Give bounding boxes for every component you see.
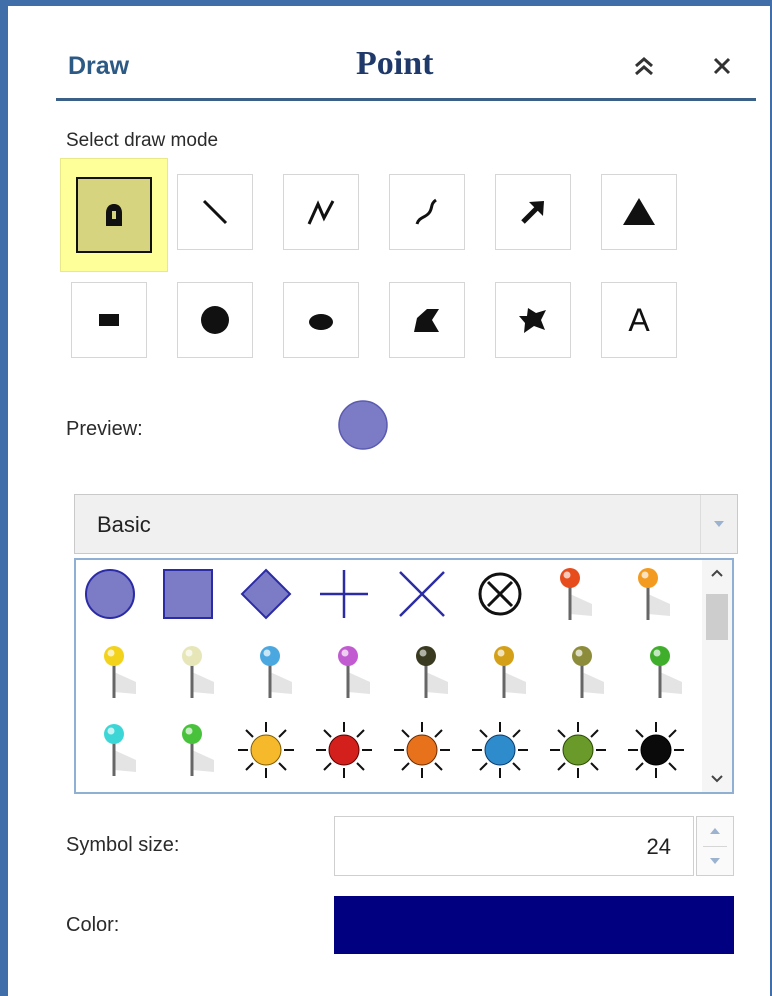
- symbol-pushpin-white[interactable]: [168, 640, 232, 704]
- symbol-pushpin-orange[interactable]: [624, 562, 688, 626]
- spinner-divider: [703, 846, 727, 847]
- symbol-pushpin-blue[interactable]: [246, 640, 310, 704]
- mode-triangle-button[interactable]: [601, 174, 677, 250]
- draw-mode-label: Select draw mode: [66, 130, 219, 151]
- mode-extent-button[interactable]: [71, 282, 147, 358]
- symbol-pushpin-gold[interactable]: [480, 640, 544, 704]
- symbol-pushpin-black[interactable]: [402, 640, 466, 704]
- mode-arrow-button[interactable]: [495, 174, 571, 250]
- symbol-pushpin-red[interactable]: [546, 562, 610, 626]
- mode-freehand-polygon-button[interactable]: [495, 282, 571, 358]
- symbol-gallery: [74, 558, 734, 794]
- symbol-sun-red[interactable]: [312, 718, 376, 782]
- double-chevron-up-icon: [635, 57, 653, 76]
- spin-up-icon[interactable]: [709, 827, 721, 835]
- preview-symbol: [338, 400, 388, 450]
- mode-text-button[interactable]: A: [601, 282, 677, 358]
- symbol-sun-green[interactable]: [546, 718, 610, 782]
- mode-polyline-button[interactable]: [283, 174, 359, 250]
- collapse-button[interactable]: [624, 46, 664, 86]
- color-picker-swatch[interactable]: [334, 896, 734, 954]
- freehand-polygon-icon: [519, 308, 546, 333]
- panel-header: Draw Point: [56, 36, 756, 101]
- polygon-icon: [414, 309, 439, 332]
- symbol-set-value: Basic: [97, 512, 151, 537]
- panel-title: Draw: [68, 52, 130, 80]
- dropdown-arrow-button[interactable]: [700, 495, 737, 553]
- symbol-square[interactable]: [156, 562, 220, 626]
- circle-icon: [201, 306, 229, 334]
- close-icon: [713, 57, 731, 75]
- ellipse-icon: [309, 314, 333, 330]
- preview-label: Preview:: [66, 418, 143, 440]
- polyline-icon: [307, 200, 335, 225]
- mode-line-button[interactable]: [177, 174, 253, 250]
- mode-circle-button[interactable]: [177, 282, 253, 358]
- freehand-line-icon: [415, 198, 437, 225]
- rectangle-icon: [99, 314, 119, 326]
- symbol-pushpin-olive[interactable]: [558, 640, 622, 704]
- symbol-pushpin-cyan[interactable]: [90, 718, 154, 782]
- color-label: Color:: [66, 914, 120, 936]
- symbol-circle[interactable]: [78, 562, 142, 626]
- triangle-icon: [623, 198, 655, 225]
- text-icon: A: [628, 301, 650, 338]
- symbol-pushpin-yellow[interactable]: [90, 640, 154, 704]
- draw-panel: Draw Point Select draw mode A Preview: B…: [0, 0, 772, 996]
- map-pin-icon: [106, 204, 122, 226]
- symbol-size-label: Symbol size:: [66, 834, 180, 856]
- symbol-set-dropdown[interactable]: Basic: [74, 494, 738, 554]
- mode-freehand-polyline-button[interactable]: [389, 174, 465, 250]
- symbol-cross[interactable]: [312, 562, 376, 626]
- symbol-sun-black[interactable]: [624, 718, 688, 782]
- line-icon: [202, 199, 228, 225]
- symbol-sun-orange[interactable]: [390, 718, 454, 782]
- mode-ellipse-button[interactable]: [283, 282, 359, 358]
- panel-subtitle: Point: [356, 45, 434, 82]
- chevron-down-icon: [714, 521, 724, 527]
- symbol-pushpin-green-2[interactable]: [168, 718, 232, 782]
- symbol-size-input[interactable]: 24: [334, 816, 694, 876]
- symbol-pushpin-green[interactable]: [636, 640, 700, 704]
- symbol-size-value: 24: [646, 834, 671, 859]
- symbol-sun-yellow[interactable]: [234, 718, 298, 782]
- scroll-down-icon[interactable]: [710, 774, 724, 784]
- spin-down-icon[interactable]: [709, 857, 721, 865]
- symbol-sun-blue[interactable]: [468, 718, 532, 782]
- symbol-x[interactable]: [390, 562, 454, 626]
- gallery-scrollbar[interactable]: [702, 560, 732, 792]
- arrow-icon: [521, 201, 544, 224]
- symbol-circle-x[interactable]: [468, 562, 532, 626]
- symbol-pushpin-purple[interactable]: [324, 640, 388, 704]
- scroll-up-icon[interactable]: [710, 568, 724, 578]
- mode-polygon-button[interactable]: [389, 282, 465, 358]
- symbol-diamond[interactable]: [234, 562, 298, 626]
- close-button[interactable]: [702, 46, 742, 86]
- scrollbar-thumb[interactable]: [706, 594, 728, 640]
- symbol-size-spinner[interactable]: [696, 816, 734, 876]
- mode-point-button[interactable]: [60, 158, 168, 272]
